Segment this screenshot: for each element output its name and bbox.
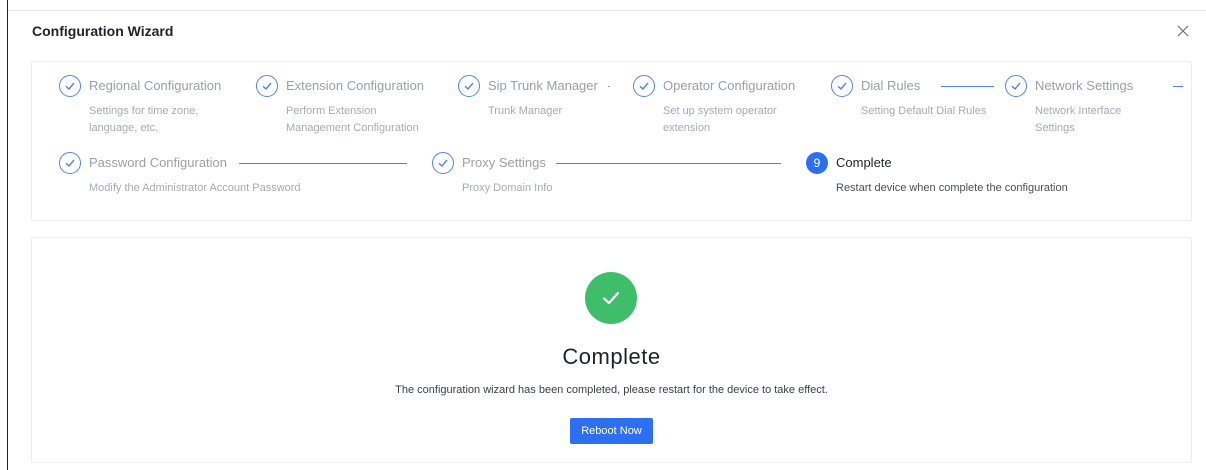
check-icon bbox=[831, 75, 853, 97]
check-icon bbox=[633, 75, 655, 97]
check-icon bbox=[1005, 75, 1027, 97]
step-title: Network Settings bbox=[1035, 78, 1134, 93]
step-description: Trunk Manager bbox=[488, 105, 563, 117]
step-dial-rules[interactable]: Dial Rules Setting Default Dial Rules bbox=[831, 75, 1001, 135]
step-extension-configuration[interactable]: Extension Configuration Perform Extensio… bbox=[256, 75, 451, 135]
step-proxy-settings[interactable]: Proxy Settings Proxy Domain Info bbox=[432, 152, 792, 212]
check-icon bbox=[458, 75, 480, 97]
step-password-configuration[interactable]: Password Configuration Modify the Admini… bbox=[59, 152, 439, 212]
step-title: Proxy Settings bbox=[462, 155, 546, 170]
step-description: Modify the Administrator Account Passwor… bbox=[89, 182, 301, 194]
check-icon bbox=[256, 75, 278, 97]
close-icon[interactable] bbox=[1174, 22, 1192, 40]
check-icon bbox=[432, 152, 454, 174]
step-connector bbox=[1173, 86, 1183, 87]
step-connector bbox=[556, 163, 781, 164]
check-circle-icon bbox=[585, 272, 637, 324]
configuration-wizard-dialog: Configuration Wizard Regional Configurat… bbox=[9, 10, 1206, 470]
step-title: Operator Configuration bbox=[663, 78, 796, 93]
step-regional-configuration[interactable]: Regional Configuration Settings for time… bbox=[59, 75, 249, 135]
reboot-now-button[interactable]: Reboot Now bbox=[570, 418, 653, 444]
result-panel: Complete The configuration wizard has be… bbox=[31, 237, 1192, 463]
result-title: Complete bbox=[562, 344, 661, 369]
check-icon bbox=[59, 75, 81, 97]
dialog-header: Configuration Wizard bbox=[9, 11, 1206, 53]
step-connector bbox=[608, 86, 610, 87]
step-description: Perform Extension Management Configurati… bbox=[286, 105, 419, 134]
step-title: Complete bbox=[836, 155, 892, 170]
result-description: The configuration wizard has been comple… bbox=[395, 384, 828, 396]
step-description: Setting Default Dial Rules bbox=[861, 105, 987, 117]
step-complete[interactable]: 9 Complete Restart device when complete … bbox=[806, 152, 1126, 212]
step-description: Set up system operator extension bbox=[663, 105, 777, 134]
window-left-edge bbox=[0, 0, 8, 470]
step-description: Settings for time zone, language, etc. bbox=[89, 105, 199, 134]
step-description: Proxy Domain Info bbox=[462, 182, 553, 194]
step-operator-configuration[interactable]: Operator Configuration Set up system ope… bbox=[633, 75, 823, 135]
step-description: Network Interface Settings bbox=[1035, 105, 1122, 134]
step-title: Regional Configuration bbox=[89, 78, 222, 93]
step-number-badge: 9 bbox=[806, 152, 828, 174]
step-title: Dial Rules bbox=[861, 78, 921, 93]
step-title: Sip Trunk Manager bbox=[488, 78, 598, 93]
step-network-settings[interactable]: Network Settings Network Interface Setti… bbox=[1005, 75, 1185, 135]
step-title: Password Configuration bbox=[89, 155, 228, 170]
check-icon bbox=[59, 152, 81, 174]
step-connector bbox=[941, 86, 994, 87]
steps-panel: Regional Configuration Settings for time… bbox=[31, 61, 1192, 221]
step-connector bbox=[239, 163, 407, 164]
step-description: Restart device when complete the configu… bbox=[836, 182, 1068, 194]
step-title: Extension Configuration bbox=[286, 78, 425, 93]
dialog-title: Configuration Wizard bbox=[32, 23, 174, 39]
step-sip-trunk-manager[interactable]: Sip Trunk Manager Trunk Manager bbox=[458, 75, 628, 135]
